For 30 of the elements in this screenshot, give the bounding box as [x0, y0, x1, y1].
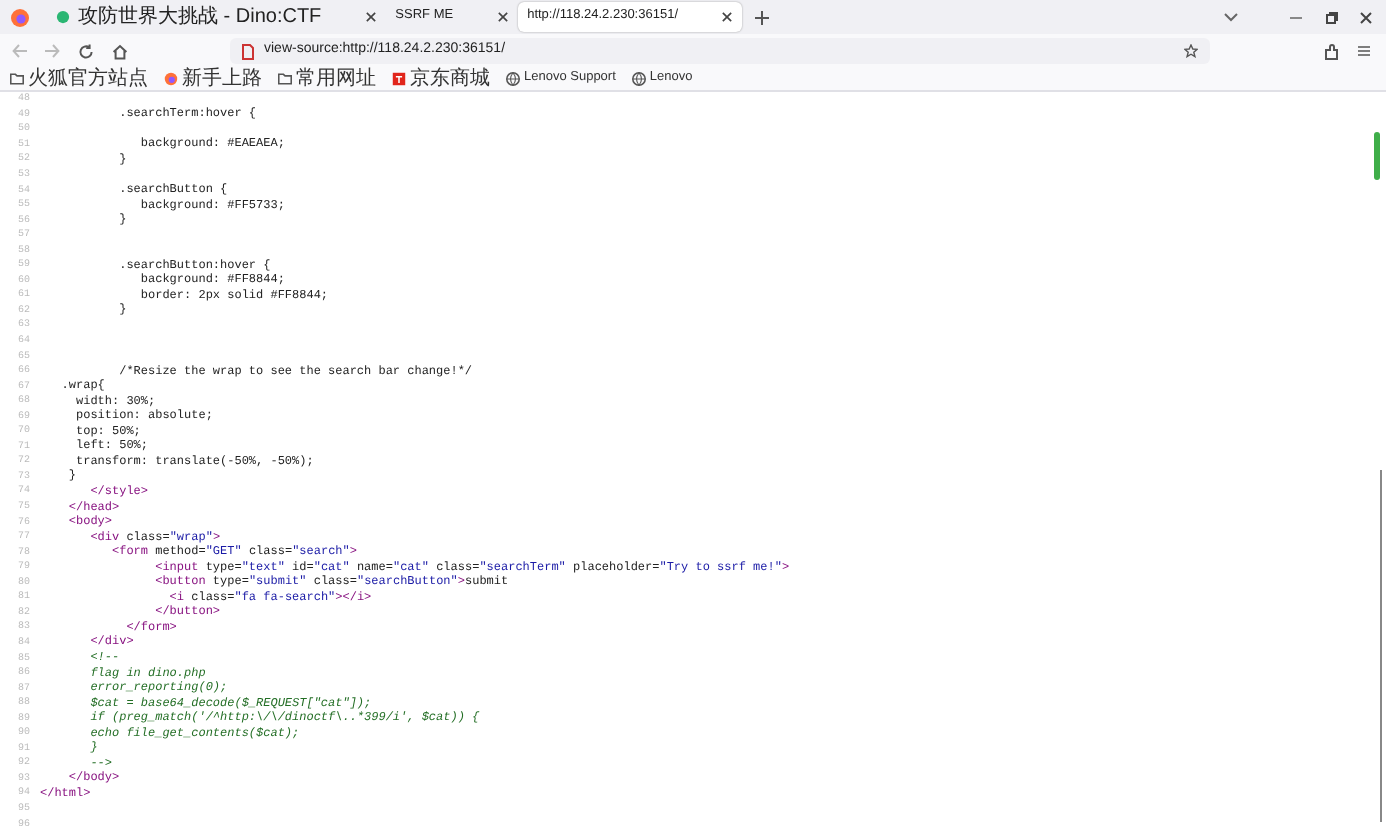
bookmark-item[interactable]: 京东商城 [392, 68, 490, 90]
bookmark-label: 常用网址 [296, 69, 376, 89]
bookmark-star-icon[interactable] [1184, 44, 1198, 58]
bookmark-item[interactable]: 常用网址 [278, 68, 376, 90]
minimize-icon[interactable] [1290, 15, 1302, 19]
reload-icon[interactable] [78, 43, 94, 59]
bookmark-label: 京东商城 [410, 69, 490, 89]
bookmark-item[interactable]: 火狐官方站点 [10, 68, 148, 90]
close-tab-icon[interactable] [365, 12, 376, 22]
globe-icon [631, 72, 646, 86]
tab-list-icon[interactable] [1224, 12, 1238, 22]
close-tab-icon[interactable] [497, 12, 508, 22]
bookmark-item[interactable]: 新手上路 [164, 68, 262, 90]
folder-icon [10, 72, 24, 86]
firefox-logo-icon[interactable] [10, 7, 30, 27]
restore-icon[interactable] [1326, 11, 1338, 23]
page-icon [242, 43, 254, 59]
bookmark-label: 火狐官方站点 [28, 69, 148, 89]
close-tab-icon[interactable] [722, 12, 732, 22]
home-icon[interactable] [112, 43, 128, 59]
menu-icon[interactable] [1358, 46, 1370, 56]
firefox-logo-icon [164, 72, 178, 86]
globe-icon [506, 72, 520, 86]
new-tab-icon[interactable] [754, 9, 770, 25]
extensions-icon[interactable] [1324, 43, 1338, 59]
browser-tab[interactable]: 攻防世界大挑战 - Dino:CTF [46, 2, 386, 32]
scrollbar-thumb[interactable] [1374, 132, 1380, 180]
close-icon[interactable] [1360, 11, 1372, 23]
bookmark-label: 新手上路 [182, 69, 262, 89]
folder-icon [278, 72, 292, 86]
